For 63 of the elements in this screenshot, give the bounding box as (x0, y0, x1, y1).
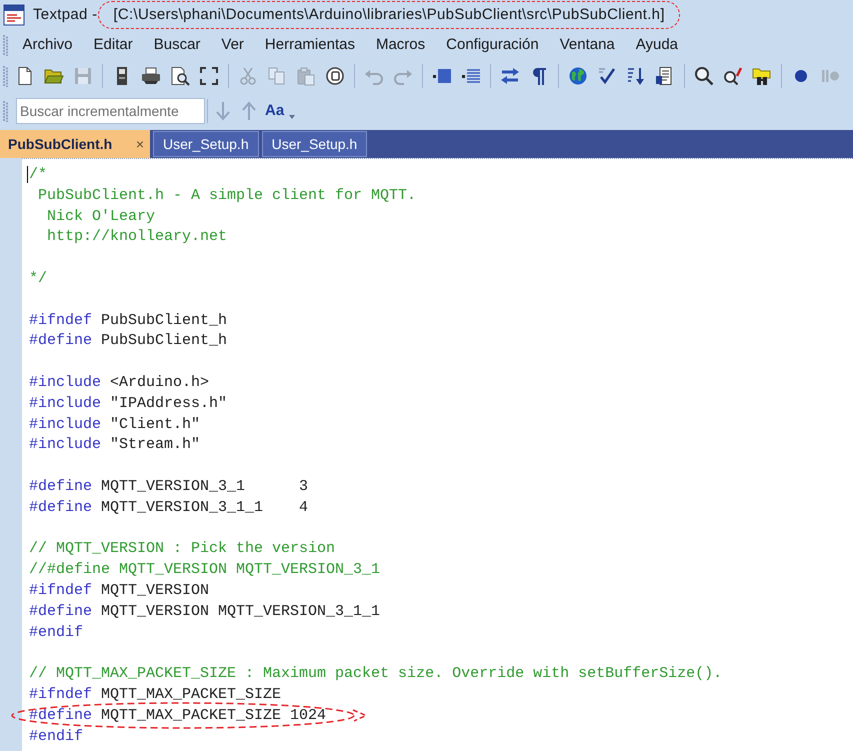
page-magnifier-icon (170, 66, 190, 86)
code-line: #include "Stream.h" (29, 435, 200, 456)
code-line: PubSubClient.h - A simple client for MQTT. (37, 186, 416, 206)
code-line: //#define MQTT_VERSION MQTT_VERSION_3_1 (29, 560, 380, 580)
code-line: #ifndef PubSubClient_h (29, 310, 228, 331)
menu-item[interactable]: Herramientas (254, 35, 366, 55)
code-line: #endif (29, 726, 84, 747)
code-line: #include "IPAddress.h" (29, 394, 228, 414)
code-line: #define MQTT_VERSION MQTT_VERSION_3_1_1 (29, 602, 380, 622)
menu-item[interactable]: Archivo (12, 35, 84, 55)
menu-item[interactable]: Ver (210, 35, 254, 55)
code-line: #ifndef MQTT_MAX_PACKET_SIZE (29, 684, 282, 705)
file-tab[interactable]: PubSubClient.h × (0, 130, 150, 158)
globe-icon (568, 66, 588, 86)
menu-item[interactable]: Editar (83, 35, 144, 55)
dropdown-caret-icon (289, 115, 296, 119)
toolbar-grip[interactable] (3, 34, 8, 56)
file-tab[interactable]: User_Setup.h (262, 131, 368, 157)
menu-item[interactable]: Macros (365, 35, 436, 55)
sort-icon (626, 66, 646, 86)
scissors-icon (238, 66, 258, 86)
code-line: // MQTT_MAX_PACKET_SIZE : Maximum packet size. Override with setBufferSize(). (29, 664, 722, 684)
document-lines-icon (654, 66, 674, 86)
menu-item[interactable]: Ventana (549, 35, 626, 55)
window-title: Textpad - (33, 4, 98, 25)
menu-item[interactable]: Ayuda (625, 35, 689, 55)
dot-square-icon (432, 66, 452, 86)
match-case-button[interactable]: Aa (262, 99, 288, 123)
magnifier-pencil-icon (722, 66, 742, 86)
code-line: Nick O'Leary (46, 206, 156, 227)
code-line: #include <Arduino.h> (29, 372, 210, 393)
search-icon (694, 66, 714, 86)
menu-item[interactable]: Configuración (436, 35, 550, 55)
code-line: http://knolleary.net (46, 227, 228, 248)
dot-lines-icon (460, 66, 480, 86)
code-line: #endif (29, 622, 84, 643)
swap-arrows-icon (500, 66, 520, 86)
fullscreen-icon (198, 66, 218, 86)
menu-item[interactable]: Buscar (143, 35, 211, 55)
code-line: #define MQTT_VERSION_3_1 3 (29, 476, 308, 497)
folder-binoculars-icon (752, 66, 772, 86)
app-icon (3, 4, 25, 26)
code-line: #ifndef MQTT_VERSION (29, 580, 210, 601)
code-line: #define MQTT_VERSION_3_1_1 4 (29, 498, 308, 518)
window-title-path: [C:\Users\phani\Documents\Arduino\libraries\PubSubClient\src\PubSubClient.h] (113, 4, 665, 25)
down-arrow-icon (215, 101, 231, 121)
check-mark-icon (596, 66, 616, 86)
code-line: #define PubSubClient_h (29, 331, 228, 352)
file-tab[interactable]: User_Setup.h (153, 131, 259, 157)
code-line: */ (29, 268, 48, 289)
code-line: // MQTT_VERSION : Pick the version (29, 539, 336, 560)
search-field[interactable]: Buscar incrementalmente (16, 98, 205, 124)
code-line: #include "Client.h" (29, 414, 200, 435)
copy-icon (266, 66, 286, 86)
toolbar-grip[interactable] (3, 100, 8, 122)
tab-close-button[interactable]: × (136, 134, 144, 154)
code-line: #define MQTT_MAX_PACKET_SIZE 1024 (29, 706, 326, 726)
up-arrow-icon (241, 101, 257, 121)
clipboard-icon (296, 66, 316, 86)
printer-icon (140, 66, 160, 86)
code-line: /* (29, 165, 48, 185)
toolbar-grip[interactable] (3, 65, 8, 87)
ring-icon (324, 66, 344, 86)
